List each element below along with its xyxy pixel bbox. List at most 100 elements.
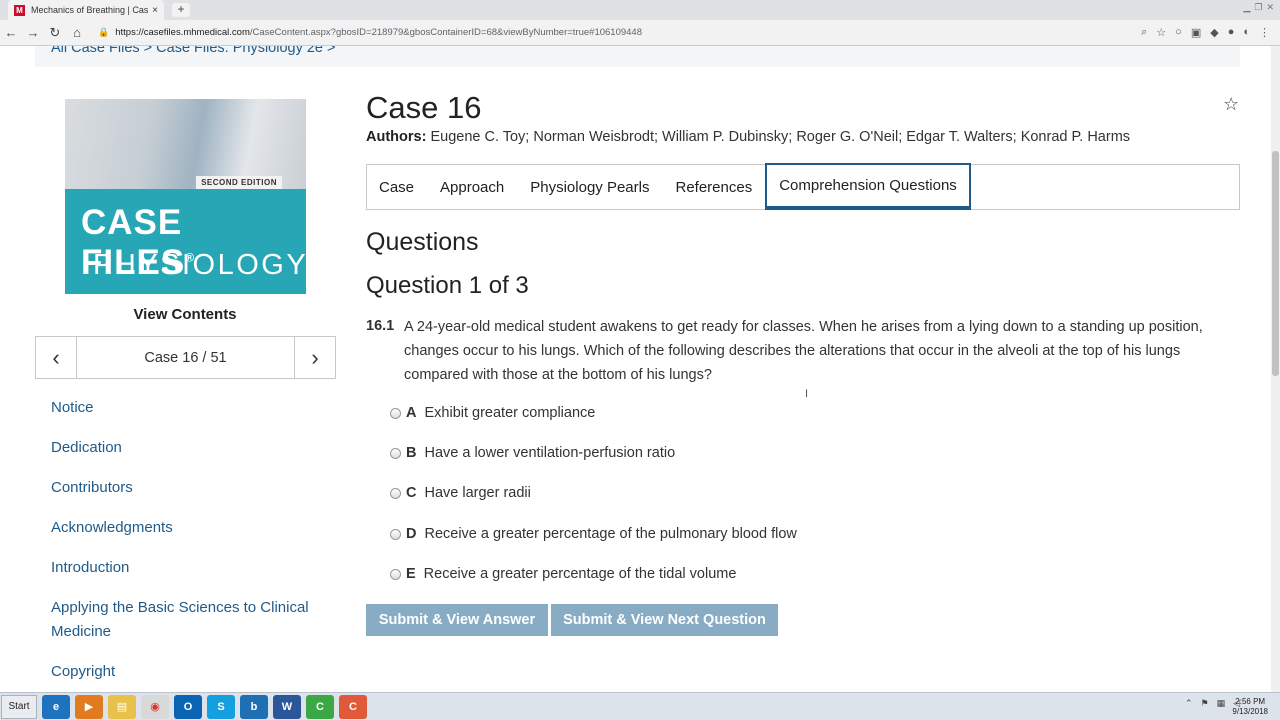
chevron-left-icon: ‹ <box>52 344 60 370</box>
book-cover[interactable]: SECOND EDITION CASE FILES® PHYSIOLOGY <box>65 99 306 294</box>
toc-item-applying-basic-sciences[interactable]: Applying the Basic Sciences to Clinical … <box>51 596 321 644</box>
address-bar: ← → ↻ ⌂ 🔒 https://casefiles.mhmedical.co… <box>0 20 1280 46</box>
toc-item-copyright[interactable]: Copyright <box>51 660 321 684</box>
file-explorer-icon[interactable]: ▤ <box>108 694 136 719</box>
internet-explorer-icon[interactable]: e <box>42 694 70 719</box>
flag-icon[interactable]: ⚑ <box>1200 698 1208 709</box>
answer-option-d[interactable]: D Receive a greater percentage of the pu… <box>390 526 797 542</box>
view-contents-link[interactable]: View Contents <box>35 306 335 323</box>
case-pager: ‹ Case 16 / 51 › <box>35 336 336 379</box>
authors-label: Authors: <box>366 129 427 145</box>
option-text: Receive a greater percentage of the tida… <box>423 566 737 582</box>
clock[interactable]: 2:56 PM 9/13/2018 <box>1232 697 1268 717</box>
new-tab-button[interactable]: + <box>172 3 190 17</box>
network-icon[interactable]: ▦ <box>1217 698 1226 709</box>
tray-arrow-icon[interactable]: ⌃ <box>1185 698 1193 709</box>
outlook-icon[interactable]: O <box>174 694 202 719</box>
profile-icon[interactable]: ◐ <box>1243 26 1250 39</box>
questions-heading: Questions <box>366 228 479 256</box>
answer-option-e[interactable]: E Receive a greater percentage of the ti… <box>390 566 736 582</box>
option-text: Have larger radii <box>424 485 531 501</box>
text-cursor-icon: I <box>805 388 809 400</box>
tab-approach[interactable]: Approach <box>427 165 517 209</box>
extension-icon[interactable]: ◆ <box>1210 26 1218 39</box>
option-text: Have a lower ventilation-perfusion ratio <box>424 445 676 461</box>
authors-list: Eugene C. Toy; Norman Weisbrodt; William… <box>430 129 1131 145</box>
tab-comprehension-questions[interactable]: Comprehension Questions <box>765 163 971 210</box>
toolbar-icons: ⌕ ☆ ○ ▣ ◆ ● ◐ ⋮ <box>1141 26 1270 39</box>
forward-icon[interactable]: → <box>22 25 44 40</box>
clock-date: 9/13/2018 <box>1232 707 1268 716</box>
extension-icon[interactable]: ○ <box>1175 26 1182 39</box>
close-window-icon[interactable]: ✕ <box>1266 2 1274 13</box>
home-icon[interactable]: ⌂ <box>66 25 88 40</box>
case-title: Case 16 <box>366 90 482 125</box>
question-text: A 24-year-old medical student awakens to… <box>404 319 1203 383</box>
radio-button[interactable] <box>390 407 401 419</box>
tab-case[interactable]: Case <box>367 165 427 209</box>
option-letter: A <box>406 405 417 421</box>
radio-button[interactable] <box>390 447 401 459</box>
tab-references[interactable]: References <box>662 165 765 209</box>
submit-view-next-question-button[interactable]: Submit & View Next Question <box>551 604 778 636</box>
browser-tab[interactable]: M Mechanics of Breathing | Case Files × <box>8 0 164 20</box>
next-case-button[interactable]: › <box>295 337 335 378</box>
page-scrollbar[interactable] <box>1271 46 1280 692</box>
bookmark-star-icon[interactable]: ☆ <box>1156 26 1166 39</box>
page-content: All Case Files > Case Files: Physiology … <box>0 46 1280 692</box>
windows-taskbar: Start e ▶ ▤ ◉ O S b W C C ⌃ ⚑ ▦ ◁ 2:56 P… <box>0 692 1280 720</box>
reload-icon[interactable]: ↻ <box>44 25 66 41</box>
toc-item-introduction[interactable]: Introduction <box>51 556 321 580</box>
option-letter: B <box>406 445 417 461</box>
option-letter: E <box>406 566 416 582</box>
option-letter: D <box>406 526 417 542</box>
toc-item-acknowledgments[interactable]: Acknowledgments <box>51 516 321 540</box>
answer-option-b[interactable]: B Have a lower ventilation-perfusion rat… <box>390 445 675 461</box>
clock-time: 2:56 PM <box>1235 697 1266 706</box>
answer-option-a[interactable]: A Exhibit greater compliance <box>390 405 595 421</box>
mhmedical-favicon-icon: M <box>14 4 25 16</box>
zoom-icon[interactable]: ⌕ <box>1141 26 1147 39</box>
edition-label: SECOND EDITION <box>196 176 282 189</box>
snagit-icon[interactable]: C <box>339 694 367 719</box>
media-player-icon[interactable]: ▶ <box>75 694 103 719</box>
radio-button[interactable] <box>390 528 401 540</box>
chrome-icon[interactable]: ◉ <box>141 694 169 719</box>
start-button[interactable]: Start <box>1 694 37 719</box>
camtasia-icon[interactable]: C <box>306 694 334 719</box>
box-icon[interactable]: b <box>240 694 268 719</box>
chevron-right-icon: › <box>311 344 319 370</box>
url-field[interactable]: 🔒 https://casefiles.mhmedical.com/CaseCo… <box>98 27 642 38</box>
restore-icon[interactable]: ❐ <box>1254 2 1262 13</box>
toc-item-notice[interactable]: Notice <box>51 396 321 420</box>
menu-icon[interactable]: ⋮ <box>1259 26 1270 39</box>
option-letter: C <box>406 485 417 501</box>
breadcrumb[interactable]: All Case Files > Case Files: Physiology … <box>51 46 336 56</box>
answer-option-c[interactable]: C Have larger radii <box>390 485 531 501</box>
lock-icon: 🔒 <box>98 27 110 37</box>
browser-tab-strip: M Mechanics of Breathing | Case Files × … <box>0 0 1280 20</box>
radio-button[interactable] <box>390 487 401 499</box>
minimize-icon[interactable]: ▁ <box>1243 2 1250 13</box>
toc-item-contributors[interactable]: Contributors <box>51 476 321 500</box>
window-controls: ▁ ❐ ✕ <box>1243 2 1274 13</box>
cover-subtitle: PHYSIOLOGY <box>93 249 306 281</box>
content-tabs: Case Approach Physiology Pearls Referenc… <box>366 163 1240 210</box>
authors: Authors: Eugene C. Toy; Norman Weisbrodt… <box>366 129 1130 145</box>
tab-close-icon[interactable]: × <box>152 5 158 16</box>
prev-case-button[interactable]: ‹ <box>36 337 76 378</box>
toc-item-dedication[interactable]: Dedication <box>51 436 321 460</box>
scrollbar-thumb[interactable] <box>1272 151 1279 376</box>
word-icon[interactable]: W <box>273 694 301 719</box>
submit-view-answer-button[interactable]: Submit & View Answer <box>366 604 548 636</box>
extension-icon[interactable]: ▣ <box>1191 26 1201 39</box>
tab-physiology-pearls[interactable]: Physiology Pearls <box>517 165 662 209</box>
back-icon[interactable]: ← <box>0 25 22 40</box>
table-of-contents: Notice Dedication Contributors Acknowled… <box>51 396 321 692</box>
radio-button[interactable] <box>390 568 401 580</box>
favorite-star-icon[interactable]: ☆ <box>1223 94 1239 115</box>
option-text: Receive a greater percentage of the pulm… <box>424 526 797 542</box>
skype-icon[interactable]: S <box>207 694 235 719</box>
case-pager-label: Case 16 / 51 <box>76 337 295 378</box>
extension-icon[interactable]: ● <box>1228 26 1235 39</box>
